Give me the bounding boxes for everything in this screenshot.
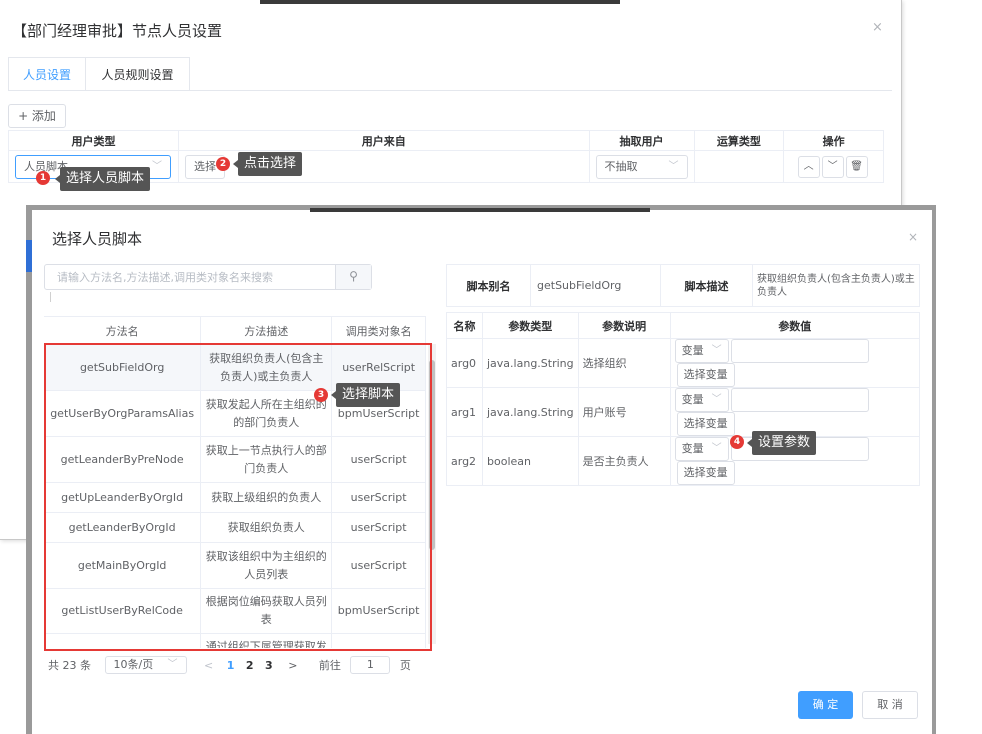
next-page-button[interactable]: > [288, 659, 297, 672]
param-name: arg2 [446, 436, 483, 486]
dialog-title: 选择人员脚本 [52, 230, 143, 248]
chevron-down-icon: ﹀ [152, 160, 162, 172]
total-count: 共 23 条 [48, 659, 91, 672]
chevron-down-icon: ﹀ [711, 443, 722, 454]
background-strip [260, 0, 620, 4]
value-mode-label: 变量 [681, 344, 704, 357]
table-row: arg2 boolean 是否主负责人 变量 ﹀ 选择变量 [446, 436, 921, 486]
value-mode-select[interactable]: 变量 ﹀ [674, 388, 729, 412]
column-header: 参数说明 [577, 312, 671, 339]
chevron-down-icon: ﹀ [711, 345, 722, 356]
page-size-value: 10条/页 [113, 658, 154, 671]
extract-cell: 不抽取 ﹀ [588, 150, 695, 183]
chevron-down-icon: ﹀ [668, 160, 679, 172]
search-box: ⚲ [44, 264, 372, 290]
operation-type-cell [693, 150, 785, 183]
column-header: 方法描述 [200, 316, 333, 345]
annotation-badge: 4 [730, 435, 744, 449]
column-header: 参数值 [669, 312, 921, 339]
page-2[interactable]: 2 [246, 659, 254, 672]
annotation-tip: 选择脚本 [330, 383, 401, 407]
text-cursor [50, 292, 51, 302]
annotation-tip: 选择人员脚本 [54, 167, 151, 191]
alias-label: 脚本别名 [446, 264, 531, 307]
extract-value: 不抽取 [604, 159, 638, 173]
value-mode-label: 变量 [681, 442, 704, 455]
column-header: 运算类型 [693, 130, 785, 151]
param-value-input[interactable] [730, 388, 869, 412]
column-header: 名称 [446, 312, 483, 339]
column-header: 方法名 [44, 316, 202, 345]
cancel-button[interactable]: 取 消 [862, 691, 918, 719]
search-icon[interactable]: ⚲ [335, 265, 371, 289]
column-header: 调用类对象名 [331, 316, 426, 345]
actions-cell: ︿ ﹀ 🗑 [783, 150, 884, 183]
param-desc: 用户账号 [577, 387, 671, 437]
column-header: 用户来自 [177, 130, 590, 151]
desc-label: 脚本描述 [660, 264, 753, 307]
param-name: arg1 [446, 387, 483, 437]
value-mode-select[interactable]: 变量 ﹀ [674, 437, 729, 461]
goto-page-input[interactable]: 1 [350, 656, 391, 674]
param-desc: 选择组织 [577, 338, 671, 388]
close-icon[interactable]: × [872, 20, 883, 35]
prev-page-button[interactable]: < [204, 659, 213, 672]
tab-user-settings[interactable]: 人员设置 [8, 57, 86, 91]
page-1[interactable]: 1 [227, 659, 235, 672]
param-type: java.lang.String [482, 338, 579, 388]
param-value-input[interactable] [730, 339, 869, 363]
move-down-button[interactable]: ﹀ [821, 155, 844, 178]
table-row: arg0 java.lang.String 选择组织 变量 ﹀ 选择变量 [446, 338, 921, 388]
annotation-tip: 设置参数 [746, 431, 817, 455]
chevron-down-icon: ﹀ [167, 659, 178, 670]
param-type: java.lang.String [482, 387, 579, 437]
tab-divider [8, 90, 892, 91]
close-icon[interactable]: × [908, 230, 918, 244]
annotation-badge: 3 [314, 388, 328, 402]
column-header: 抽取用户 [588, 130, 695, 151]
page-suffix: 页 [399, 659, 411, 672]
column-header: 参数类型 [482, 312, 579, 339]
dialog-title: 【部门经理审批】节点人员设置 [12, 22, 223, 40]
param-name: arg0 [446, 338, 483, 388]
param-type: boolean [482, 436, 579, 486]
annotation-badge: 2 [216, 157, 230, 171]
select-variable-button[interactable]: 选择变量 [676, 461, 735, 485]
delete-icon[interactable]: 🗑 [845, 155, 868, 178]
value-mode-select[interactable]: 变量 ﹀ [674, 339, 729, 363]
column-header: 用户类型 [8, 130, 179, 151]
extract-select[interactable]: 不抽取 ﹀ [595, 154, 688, 179]
params-table: 名称 参数类型 参数说明 参数值 arg0 java.lang.String 选… [446, 312, 921, 486]
table-row: arg1 java.lang.String 用户账号 变量 ﹀ 选择变量 [446, 387, 921, 437]
param-desc: 是否主负责人 [577, 436, 671, 486]
select-variable-button[interactable]: 选择变量 [676, 412, 735, 436]
page-3[interactable]: 3 [265, 659, 273, 672]
add-button[interactable]: + 添加 [8, 104, 66, 128]
page-size-select[interactable]: 10条/页 ﹀ [104, 656, 187, 674]
move-up-button[interactable]: ︿ [797, 155, 820, 178]
confirm-button[interactable]: 确 定 [798, 691, 853, 719]
script-info-table: 脚本别名 getSubFieldOrg 脚本描述 获取组织负责人(包含主负责人)… [446, 264, 920, 307]
param-value-cell: 变量 ﹀ 选择变量 [669, 338, 921, 388]
chevron-down-icon: ﹀ [711, 394, 722, 405]
pagination: 共 23 条 10条/页 ﹀ < 1 2 3 > 前往 1 页 [48, 656, 411, 674]
tab-user-rule-settings[interactable]: 人员规则设置 [85, 57, 190, 91]
column-header: 操作 [783, 130, 884, 151]
param-value-cell: 变量 ﹀ 选择变量 [669, 387, 921, 437]
alias-value: getSubFieldOrg [530, 264, 661, 307]
goto-label: 前往 [318, 659, 341, 672]
desc-value: 获取组织负责人(包含主负责人)或主负责人 [752, 264, 920, 307]
select-variable-button[interactable]: 选择变量 [676, 363, 735, 387]
value-mode-label: 变量 [681, 393, 704, 406]
annotation-badge: 1 [36, 171, 50, 185]
background-strip [310, 208, 650, 212]
annotation-tip: 点击选择 [232, 152, 303, 176]
search-input[interactable] [45, 265, 335, 289]
